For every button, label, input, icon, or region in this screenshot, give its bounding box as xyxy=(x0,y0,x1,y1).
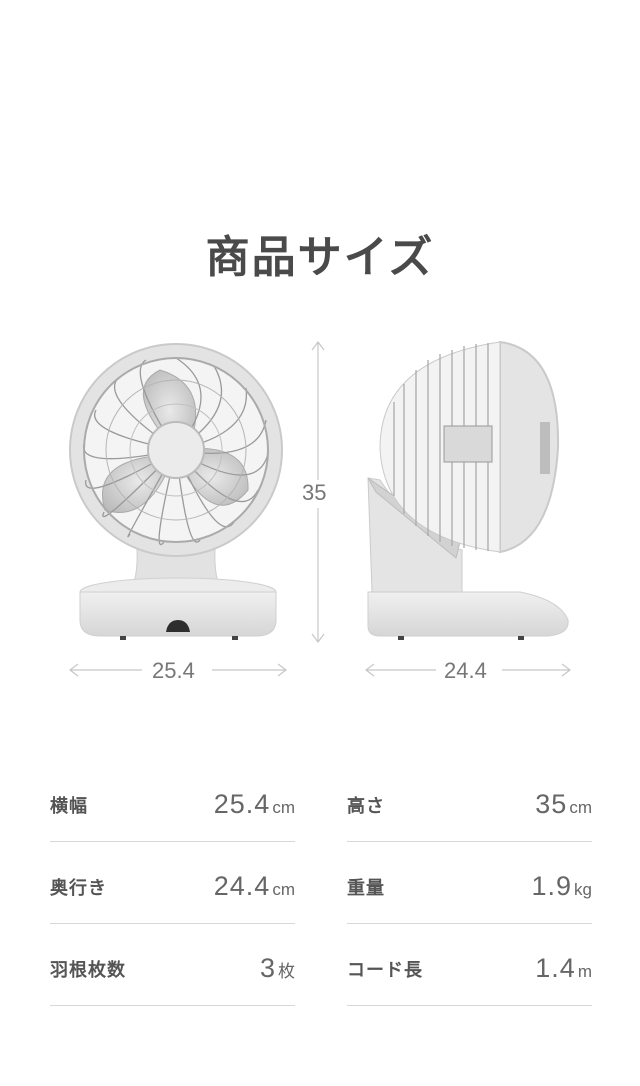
spec-label: 羽根枚数 xyxy=(50,959,126,981)
spec-label: 重量 xyxy=(347,877,385,899)
side-depth-dimension-label: 24.4 xyxy=(440,658,491,684)
spec-value: 1.4 m xyxy=(535,953,592,983)
spec-row-blades: 羽根枚数 3枚 xyxy=(50,924,295,1006)
spec-label: コード長 xyxy=(347,959,423,981)
height-dimension-label: 35 xyxy=(298,480,331,506)
spec-value: 1.9 kg xyxy=(531,871,592,901)
spec-table: 横幅 25.4 cm 高さ 35 cm 奥行き 24.4 cm 重量 1.9 kg 羽根… xyxy=(50,760,592,1006)
spec-value: 3枚 xyxy=(259,953,295,983)
product-illustration: 35 25.4 24.4 xyxy=(0,330,640,690)
spec-row-depth: 奥行き 24.4 cm xyxy=(50,842,295,924)
spec-row-cord: コード長 1.4 m xyxy=(347,924,592,1006)
spec-row-weight: 重量 1.9 kg xyxy=(347,842,592,924)
spec-label: 横幅 xyxy=(50,795,88,817)
fan-drawings xyxy=(69,340,571,677)
spec-row-width: 横幅 25.4 cm xyxy=(50,760,295,842)
spec-value: 24.4 cm xyxy=(213,871,295,901)
spec-label: 奥行き xyxy=(50,877,107,899)
page-title: 商品サイズ xyxy=(205,232,435,284)
spec-value: 35 cm xyxy=(535,789,592,819)
spec-row-height: 高さ 35 cm xyxy=(347,760,592,842)
side-view-fan xyxy=(367,340,569,640)
front-view-fan xyxy=(69,343,283,640)
spec-value: 25.4 cm xyxy=(213,789,295,819)
spec-label: 高さ xyxy=(347,795,385,817)
front-width-dimension-label: 25.4 xyxy=(148,658,199,684)
